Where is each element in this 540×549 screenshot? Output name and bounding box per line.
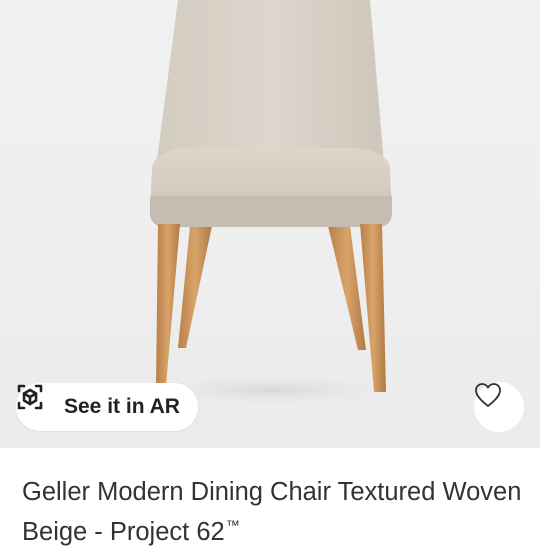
trademark-symbol: ™ [225,517,240,533]
product-title[interactable]: Geller Modern Dining Chair Textured Wove… [22,476,527,549]
product-image[interactable]: See it in AR [0,0,540,448]
chair-illustration [120,0,420,408]
ar-cube-icon [17,384,56,421]
favorite-button[interactable] [474,382,524,432]
see-in-ar-button[interactable]: See it in AR [16,383,198,431]
ar-button-label: See it in AR [64,395,180,418]
product-title-text: Geller Modern Dining Chair Textured Wove… [22,478,522,546]
